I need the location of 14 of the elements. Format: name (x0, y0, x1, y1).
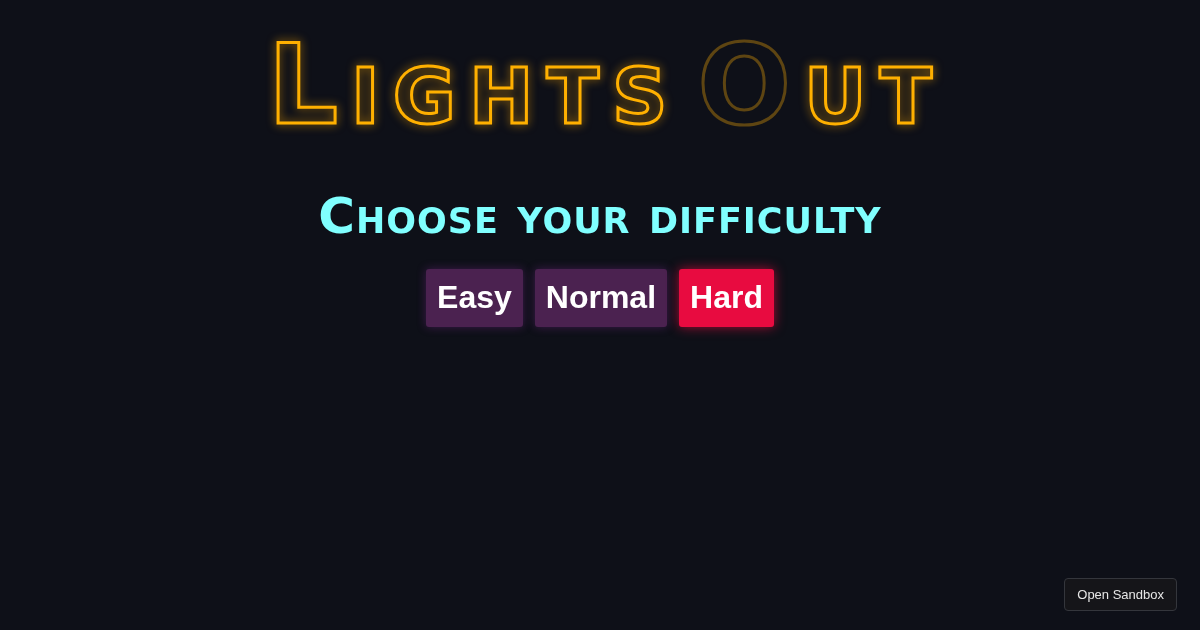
neon-letter: O (697, 30, 791, 140)
difficulty-button[interactable]: Easy (426, 269, 523, 327)
neon-letter: u (803, 30, 867, 140)
neon-letter: t (879, 30, 932, 140)
difficulty-button[interactable]: Normal (534, 269, 668, 327)
neon-letter: s (611, 30, 668, 140)
neon-letter: t (546, 30, 599, 140)
neon-letter: L (268, 30, 339, 140)
neon-letter: h (468, 30, 534, 140)
neon-letter: i (351, 30, 380, 140)
difficulty-button[interactable]: Hard (679, 269, 774, 327)
open-sandbox-button[interactable]: Open Sandbox (1064, 578, 1177, 611)
neon-letter: g (392, 30, 456, 140)
difficulty-heading: Choose your difficulty (318, 189, 882, 244)
